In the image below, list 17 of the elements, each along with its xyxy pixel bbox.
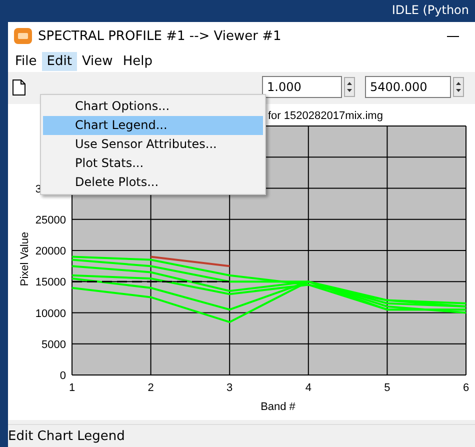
x-tick-label: 5 <box>384 382 390 394</box>
x-tick-label: 4 <box>305 382 312 394</box>
y-tick-label: 10000 <box>35 308 66 320</box>
window-title: SPECTRAL PROFILE #1 --> Viewer #1 <box>38 28 282 44</box>
x-tick-label: 2 <box>148 382 154 394</box>
y-tick-label: 25000 <box>35 214 66 226</box>
x-axis-label: Band # <box>260 401 296 413</box>
chart-title: for 1520282017mix.img <box>268 110 383 122</box>
x-tick-label: 1 <box>68 382 76 394</box>
y-tick-label: 15000 <box>35 276 66 289</box>
x-tick-label: 3 <box>226 382 233 394</box>
y-tick-label: 5000 <box>42 338 66 351</box>
x-tick-label: 6 <box>462 382 470 394</box>
y-axis-label: Pixel Value <box>19 232 31 286</box>
y-tick-label: 0 <box>60 370 66 382</box>
background-window-title: IDLE (Python <box>392 3 469 17</box>
y-tick-label: 20000 <box>35 246 66 258</box>
